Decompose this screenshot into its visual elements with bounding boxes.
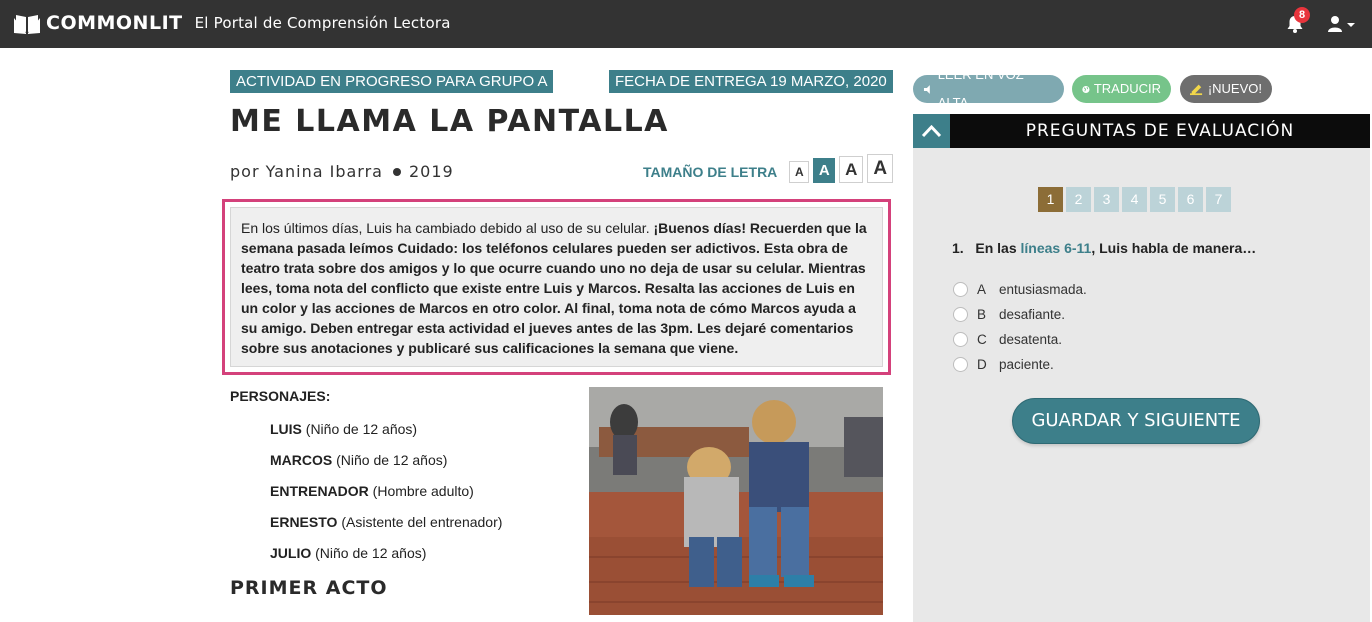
new-feature-button[interactable]: ¡NUEVO!	[1180, 75, 1272, 103]
radio-button[interactable]	[953, 282, 968, 297]
font-size-xlarge-button[interactable]: A	[867, 154, 894, 183]
character-item: MARCOS (Niño de 12 años)	[270, 452, 448, 468]
character-item: JULIO (Niño de 12 años)	[270, 545, 427, 561]
byline: por Yanina Ibarra 2019	[230, 162, 454, 181]
question-number-2[interactable]: 2	[1066, 187, 1091, 212]
question-navigator: 1 2 3 4 5 6 7	[1038, 187, 1234, 212]
radio-button[interactable]	[953, 332, 968, 347]
top-navbar: COMMONLIT El Portal de Comprensión Lecto…	[0, 0, 1372, 48]
font-size-medium-button[interactable]: A	[813, 157, 836, 183]
save-and-next-button[interactable]: GUARDAR Y SIGUIENTE	[1012, 398, 1260, 444]
translate-button[interactable]: TRADUCIR	[1072, 75, 1171, 103]
answer-option-c[interactable]: C desatenta.	[953, 332, 1062, 347]
due-date-tag: FECHA DE ENTREGA 19 MARZO, 2020	[609, 70, 893, 93]
page-title: ME LLAMA LA PANTALLA	[230, 104, 669, 139]
act-heading: PRIMER ACTO	[230, 577, 388, 599]
answer-option-d[interactable]: D paciente.	[953, 357, 1054, 372]
font-size-control: TAMAÑO DE LETRA A A A A	[643, 154, 894, 183]
collapse-panel-button[interactable]	[913, 114, 950, 148]
teacher-note: En los últimos días, Luis ha cambiado de…	[222, 199, 891, 375]
question-number-3[interactable]: 3	[1094, 187, 1119, 212]
notification-badge: 8	[1294, 7, 1310, 23]
note-instructions: ¡Buenos días! Recuerden que la semana pa…	[241, 220, 867, 356]
radio-button[interactable]	[953, 357, 968, 372]
question-number-6[interactable]: 6	[1178, 187, 1203, 212]
publication-year: 2019	[408, 162, 454, 181]
brand-logo[interactable]: COMMONLIT El Portal de Comprensión Lecto…	[14, 12, 451, 34]
font-size-large-button[interactable]: A	[839, 155, 864, 183]
story-photo	[589, 387, 883, 615]
question-number-7[interactable]: 7	[1206, 187, 1231, 212]
pencil-icon	[1190, 84, 1203, 96]
chevron-up-icon	[921, 124, 942, 138]
brand-name: COMMONLIT	[46, 12, 183, 34]
panel-title: PREGUNTAS DE EVALUACIÓN	[1025, 121, 1295, 141]
question-number-1[interactable]: 1	[1038, 187, 1063, 212]
user-menu-icon[interactable]	[1327, 15, 1357, 33]
question-number-5[interactable]: 5	[1150, 187, 1175, 212]
note-intro: En los últimos días, Luis ha cambiado de…	[241, 220, 654, 236]
separator-dot	[392, 167, 401, 176]
characters-section: PERSONAJES:	[230, 388, 570, 404]
question-text: 1. En las líneas 6-11, Luis habla de man…	[952, 240, 1257, 256]
read-aloud-button[interactable]: LEER EN VOZ ALTA	[913, 67, 1064, 110]
character-item: ENTRENADOR (Hombre adulto)	[270, 483, 474, 499]
font-size-small-button[interactable]: A	[789, 160, 810, 183]
characters-heading: PERSONAJES:	[230, 388, 331, 404]
teacher-note-body: En los últimos días, Luis ha cambiado de…	[230, 207, 883, 367]
question-number-4[interactable]: 4	[1122, 187, 1147, 212]
activity-status-tag: ACTIVIDAD EN PROGRESO PARA GRUPO A	[230, 70, 554, 93]
book-icon	[14, 15, 40, 34]
answer-option-a[interactable]: A entusiasmada.	[953, 282, 1087, 297]
globe-icon	[1082, 85, 1090, 93]
character-item: ERNESTO (Asistente del entrenador)	[270, 514, 503, 530]
brand-tagline: El Portal de Comprensión Lectora	[194, 14, 451, 32]
next-text-line	[198, 614, 558, 622]
lines-link[interactable]: líneas 6-11	[1021, 240, 1092, 256]
radio-button[interactable]	[953, 307, 968, 322]
character-item: LUIS (Niño de 12 años)	[270, 421, 418, 437]
answer-option-b[interactable]: B desafiante.	[953, 307, 1065, 322]
speaker-icon	[923, 84, 930, 94]
panel-header: PREGUNTAS DE EVALUACIÓN	[913, 114, 1370, 148]
author: por Yanina Ibarra	[230, 162, 383, 181]
font-size-label: TAMAÑO DE LETRA	[643, 163, 778, 180]
